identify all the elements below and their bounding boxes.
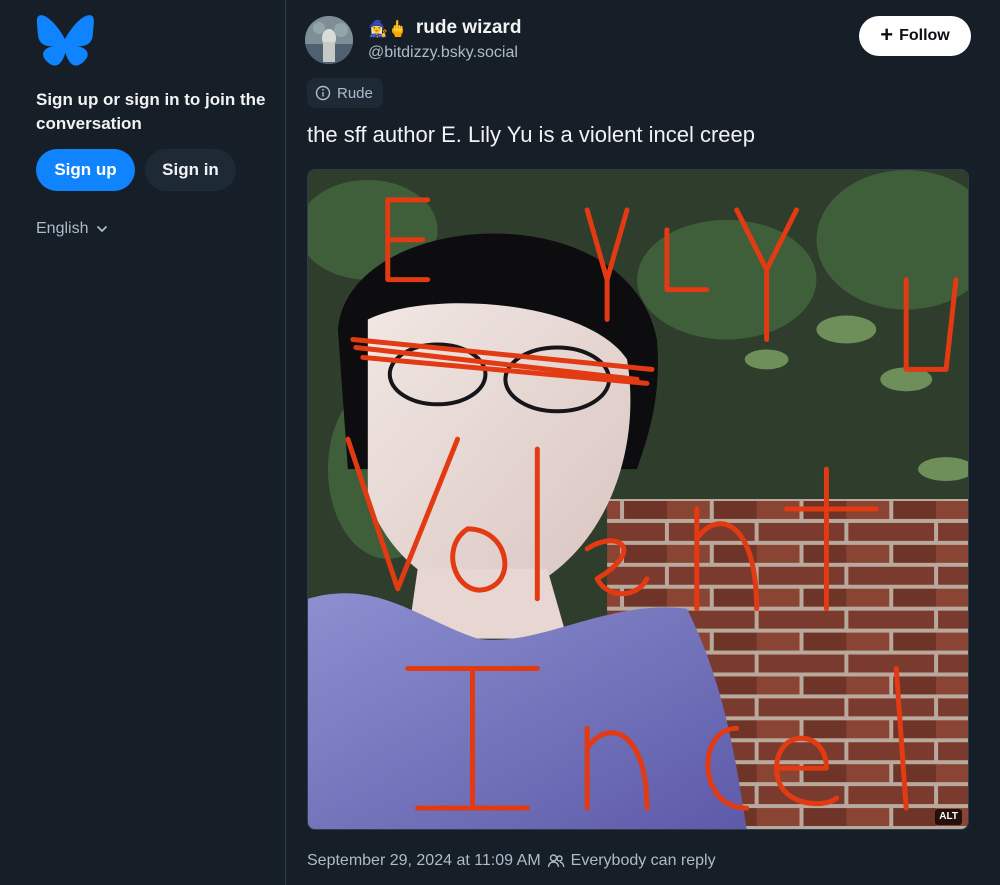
label-text: Rude <box>337 84 373 102</box>
language-selector[interactable]: English <box>36 218 108 240</box>
author-emoji: 🧙‍♀️🖕 <box>368 18 408 38</box>
content-label-badge[interactable]: Rude <box>307 78 383 108</box>
plus-icon: + <box>880 22 894 47</box>
post-thread: 🧙‍♀️🖕 rude wizard @bitdizzy.bsky.social … <box>286 0 1000 885</box>
chevron-down-icon <box>97 226 108 232</box>
author-display-name: rude wizard <box>415 17 522 38</box>
photo-graphic <box>308 170 968 829</box>
author-handle[interactable]: @bitdizzy.bsky.social <box>368 44 518 62</box>
avatar[interactable] <box>305 16 353 64</box>
post-timestamp[interactable]: September 29, 2024 at 11:09 AM <box>307 852 541 870</box>
author-name[interactable]: 🧙‍♀️🖕 rude wizard <box>368 16 521 40</box>
post-text: the sff author E. Lily Yu is a violent i… <box>307 122 756 147</box>
sidebar: Sign up or sign in to join the conversat… <box>0 0 285 885</box>
people-icon <box>547 854 565 868</box>
language-label: English <box>36 220 89 237</box>
reply-setting: Everybody can reply <box>570 852 716 869</box>
info-icon <box>315 85 331 101</box>
follow-button[interactable]: + Follow <box>859 16 971 56</box>
post-meta: September 29, 2024 at 11:09 AM Everybody… <box>307 851 716 871</box>
join-prompt: Sign up or sign in to join the conversat… <box>36 90 266 133</box>
post-image[interactable]: ALT <box>307 169 969 830</box>
bluesky-butterfly-icon[interactable] <box>36 15 94 67</box>
app-root: Sign up or sign in to join the conversat… <box>0 0 1000 885</box>
alt-text-badge[interactable]: ALT <box>935 809 962 825</box>
signin-button[interactable]: Sign in <box>145 149 236 191</box>
follow-label: Follow <box>899 27 950 44</box>
signup-button[interactable]: Sign up <box>36 149 135 191</box>
